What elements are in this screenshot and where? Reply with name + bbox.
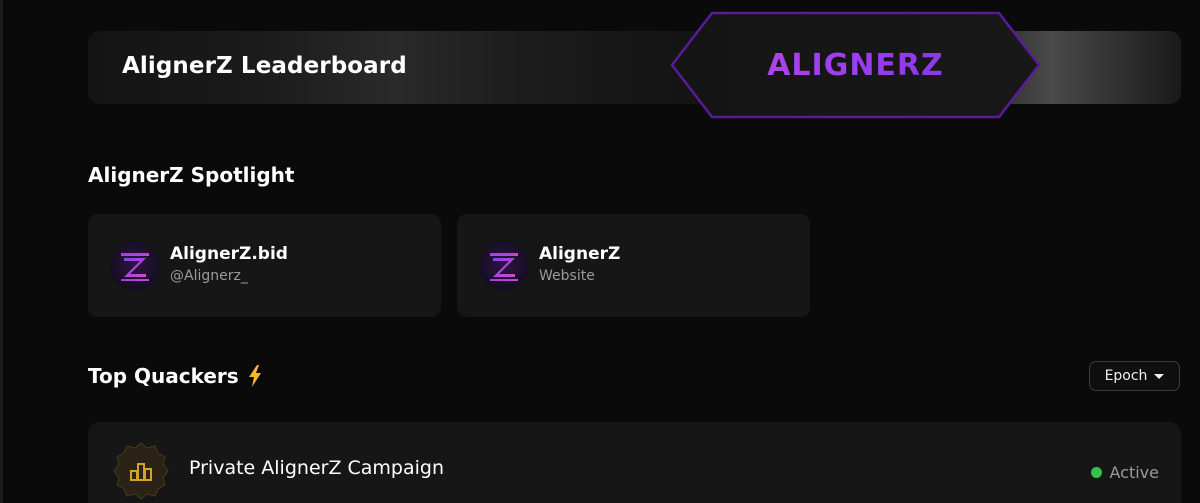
status-dot-icon: [1090, 467, 1102, 478]
alignerz-logo-badge: ALIGNERZ: [670, 11, 1041, 119]
epoch-filter-label: Epoch: [1104, 368, 1148, 384]
campaign-status: Active: [1090, 463, 1160, 482]
spotlight-card-alignerz-bid[interactable]: AlignerZ.bid @Alignerz_: [88, 214, 441, 317]
left-edge-strip: [0, 0, 3, 503]
top-quackers-title: Top Quackers: [88, 364, 239, 388]
campaign-card[interactable]: Private AlignerZ Campaign Active: [88, 422, 1181, 503]
spotlight-card-alignerz-website[interactable]: AlignerZ Website: [457, 214, 810, 317]
spotlight-section-title: AlignerZ Spotlight: [88, 163, 295, 187]
epoch-filter-dropdown[interactable]: Epoch: [1089, 361, 1180, 391]
alignerz-logo-icon: [110, 241, 160, 291]
top-quackers-header: Top Quackers: [88, 364, 263, 388]
alignerz-logo-icon: [479, 241, 529, 291]
spotlight-card-name: AlignerZ.bid: [170, 244, 288, 264]
page-title: AlignerZ Leaderboard: [122, 53, 407, 79]
caret-down-icon: [1154, 373, 1165, 379]
spotlight-card-subtitle: @Alignerz_: [170, 268, 248, 284]
lightning-icon: [247, 364, 263, 388]
spotlight-card-subtitle: Website: [539, 268, 595, 284]
campaign-badge-icon: [112, 442, 170, 500]
spotlight-card-name: AlignerZ: [539, 244, 621, 264]
campaign-title: Private AlignerZ Campaign: [189, 457, 444, 479]
alignerz-logo-wordmark: ALIGNERZ: [670, 11, 1041, 119]
status-label: Active: [1109, 463, 1160, 482]
